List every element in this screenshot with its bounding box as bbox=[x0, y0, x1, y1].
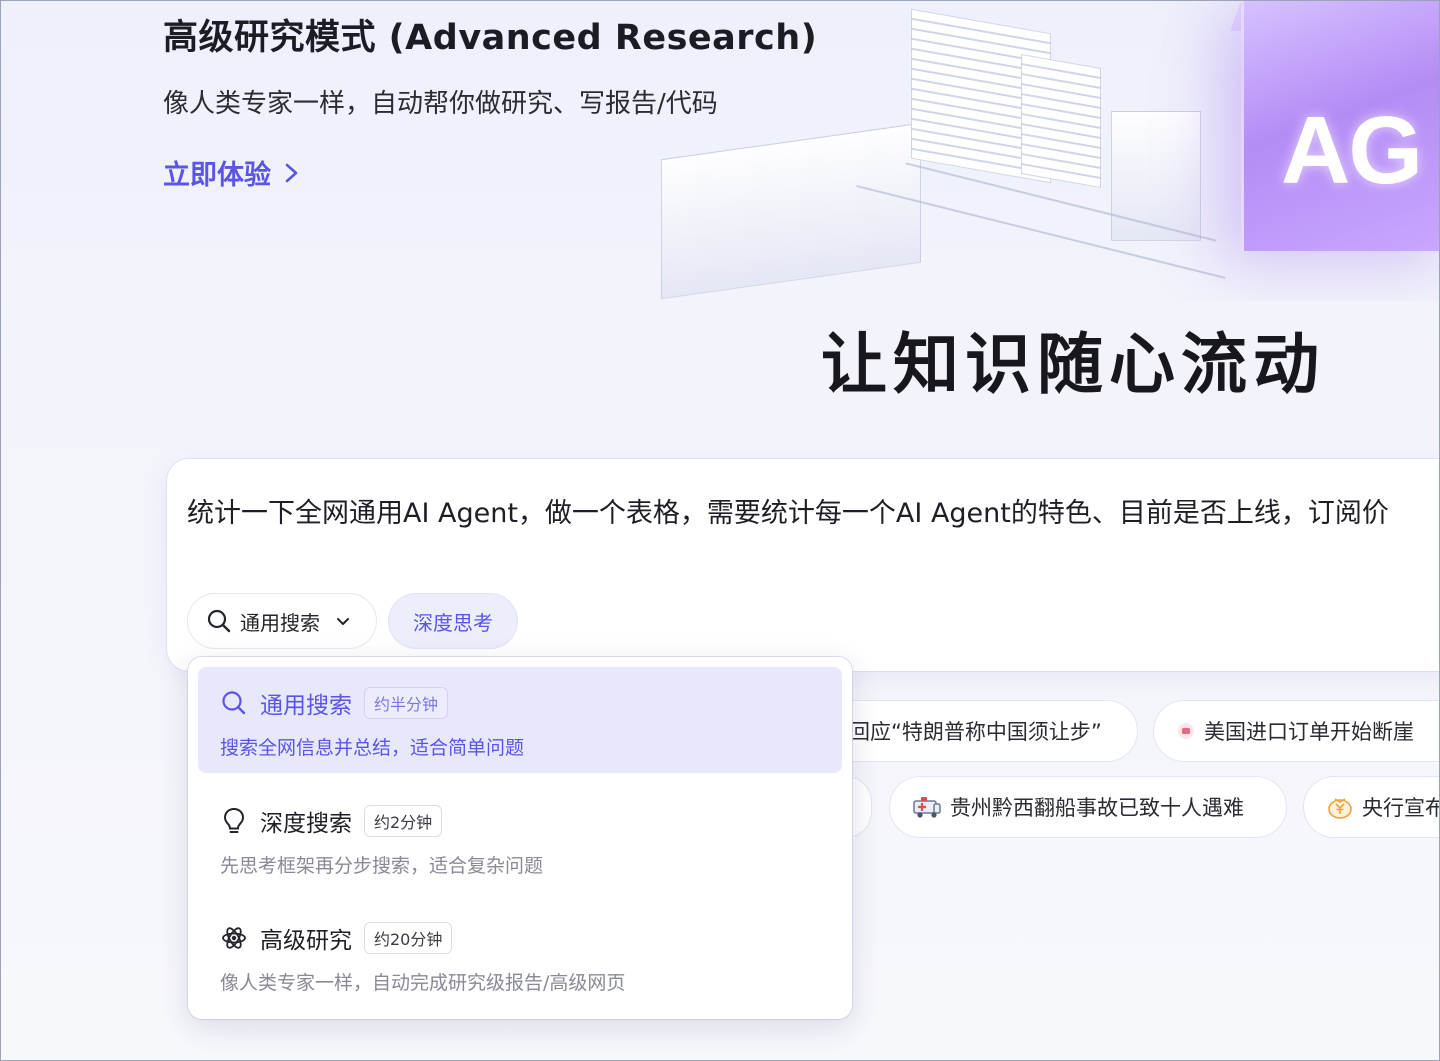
trending-item[interactable]: 回应“特朗普称中国须让步” bbox=[821, 701, 1137, 761]
trending-item-label: 美国进口订单开始断崖 bbox=[1204, 720, 1414, 744]
mode-option-advanced-research[interactable]: 高级研究 约20分钟 像人类专家一样，自动完成研究级报告/高级网页 bbox=[198, 902, 842, 1008]
mode-option-title: 通用搜索 bbox=[260, 693, 352, 719]
yuan-coin-icon bbox=[1328, 798, 1352, 819]
search-card: 统计一下全网通用AI Agent，做一个表格，需要统计每一个AI Agent的特… bbox=[167, 459, 1439, 671]
ambulance-icon bbox=[913, 797, 941, 818]
mode-option-badge: 约2分钟 bbox=[364, 805, 443, 837]
trending-item[interactable]: 央行宣布 bbox=[1304, 777, 1440, 837]
atom-icon bbox=[222, 927, 246, 949]
mode-option-badge: 约20分钟 bbox=[364, 922, 453, 954]
mode-option-desc: 先思考框架再分步搜索，适合复杂问题 bbox=[220, 855, 544, 877]
page-slogan: 让知识随心流动 bbox=[821, 326, 1325, 403]
query-input[interactable]: 统计一下全网通用AI Agent，做一个表格，需要统计每一个AI Agent的特… bbox=[187, 491, 1389, 530]
try-now-label: 立即体验 bbox=[163, 160, 271, 191]
search-mode-select[interactable]: 通用搜索 bbox=[187, 593, 377, 649]
mode-option-general[interactable]: 通用搜索 约半分钟 搜索全网信息并总结，适合简单问题 bbox=[198, 667, 842, 773]
try-now-link[interactable]: 立即体验 bbox=[163, 153, 301, 192]
search-icon bbox=[222, 691, 246, 715]
trending-item-label: 贵州黔西翻船事故已致十人遇难 bbox=[950, 796, 1244, 820]
mode-option-title: 深度搜索 bbox=[260, 811, 352, 837]
promo-title: 高级研究模式 (Advanced Research) bbox=[163, 18, 818, 58]
trending-item[interactable]: 美国进口订单开始断崖 bbox=[1154, 701, 1439, 761]
deep-think-button[interactable]: 深度思考 bbox=[388, 593, 518, 649]
search-mode-label: 通用搜索 bbox=[240, 610, 320, 635]
chevron-down-icon bbox=[337, 618, 349, 625]
mode-option-deep-search[interactable]: 深度搜索 约2分钟 先思考框架再分步搜索，适合复杂问题 bbox=[198, 785, 842, 891]
trending-item[interactable]: 贵州黔西翻船事故已致十人遇难 bbox=[890, 777, 1286, 837]
mode-option-badge: 约半分钟 bbox=[364, 687, 449, 719]
news-dot-icon bbox=[1178, 723, 1194, 739]
trending-item-label: 央行宣布 bbox=[1362, 796, 1440, 820]
lightbulb-icon bbox=[223, 807, 245, 833]
trending-item-label: 回应“特朗普称中国须让步” bbox=[849, 720, 1102, 744]
mode-option-desc: 搜索全网信息并总结，适合简单问题 bbox=[220, 737, 525, 759]
building-shape bbox=[1021, 53, 1101, 189]
building-shape bbox=[1111, 111, 1201, 241]
mode-option-title: 高级研究 bbox=[260, 928, 352, 954]
mode-option-desc: 像人类专家一样，自动完成研究级报告/高级网页 bbox=[220, 972, 626, 994]
promo-subtitle: 像人类专家一样，自动帮你做研究、写报告/代码 bbox=[163, 89, 718, 119]
search-icon bbox=[207, 609, 231, 633]
search-mode-dropdown: 通用搜索 约半分钟 搜索全网信息并总结，适合简单问题 深度搜索 约2分钟 先思考… bbox=[188, 657, 852, 1019]
building-shape bbox=[661, 122, 921, 300]
ag-cube-text: AG bbox=[1281, 97, 1423, 204]
page-frame: AG 高级研究模式 (Advanced Research) 像人类专家一样，自动… bbox=[0, 0, 1440, 1061]
chevron-right-icon bbox=[285, 163, 298, 182]
